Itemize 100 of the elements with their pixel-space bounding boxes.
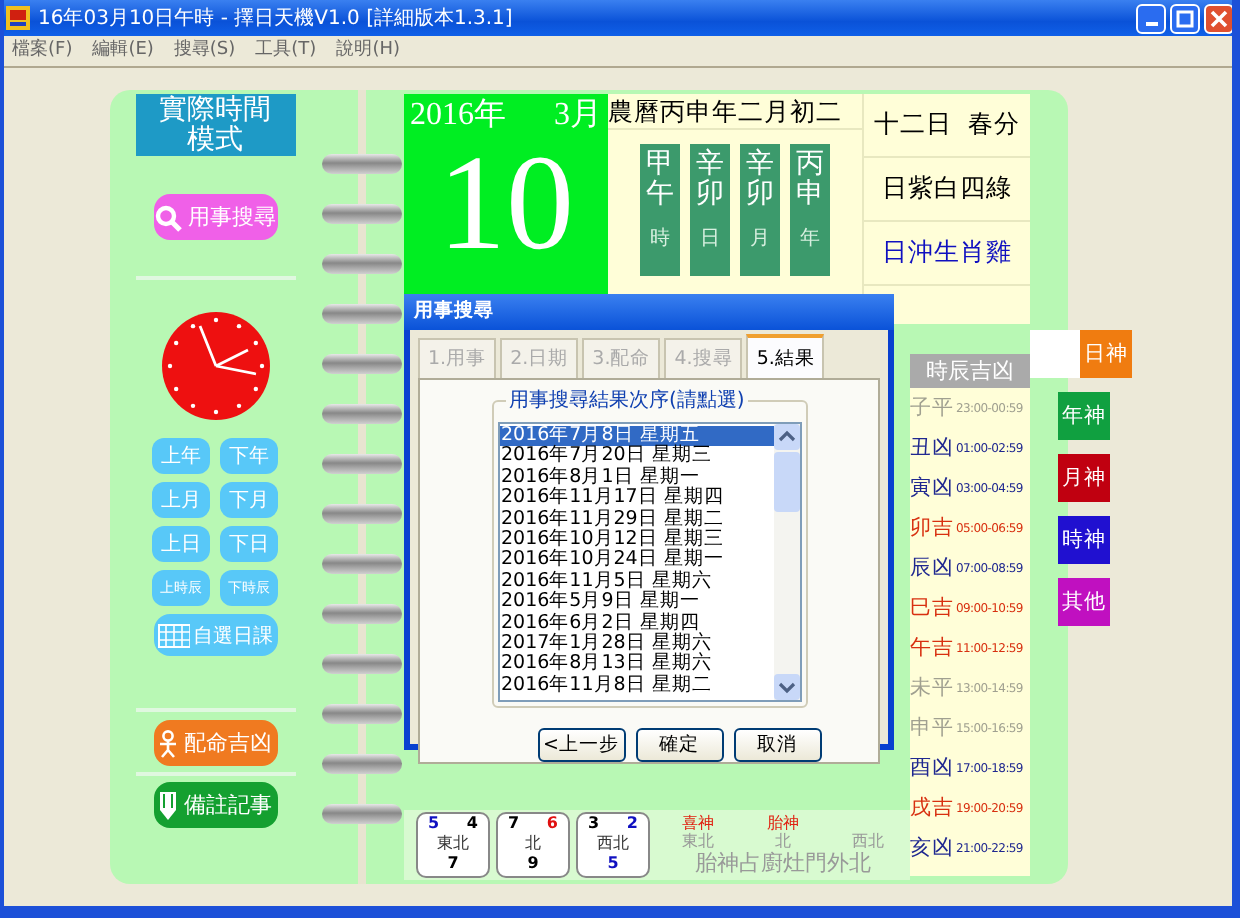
- mode-title: 實際時間模式: [135, 94, 295, 156]
- result-item[interactable]: 2016年10月24日 星期一: [499, 550, 773, 572]
- scroll-down-icon[interactable]: [773, 674, 799, 700]
- hour-name: 酉凶: [910, 754, 954, 782]
- hour-name: 亥凶: [910, 834, 954, 862]
- binder-ring: [322, 154, 402, 174]
- calendar-icon: [157, 623, 189, 647]
- result-item[interactable]: 2016年10月12日 星期三: [499, 530, 773, 551]
- direction-label: 西北: [597, 834, 629, 854]
- notes-button[interactable]: 備註記事: [153, 782, 277, 828]
- binder-ring: [322, 754, 402, 774]
- star-number: 9: [527, 854, 539, 874]
- side-tab[interactable]: 日神: [1080, 330, 1132, 378]
- pencil-icon: [158, 791, 178, 819]
- result-item[interactable]: 2016年6月2日 星期四: [499, 613, 773, 635]
- hour-name: 寅凶: [910, 474, 954, 502]
- direction-label: 北: [774, 832, 791, 850]
- binder-ring: [322, 504, 402, 524]
- stem-branch: 辛卯: [696, 150, 724, 212]
- star-number: 2: [626, 814, 638, 834]
- pillar-label: 月: [750, 225, 770, 252]
- close-button[interactable]: [1204, 3, 1232, 33]
- dialog-title: 用事搜尋: [404, 294, 894, 330]
- dialog-button[interactable]: <上一步: [537, 728, 625, 762]
- menu-item[interactable]: 工具(T): [255, 38, 317, 64]
- year-label: 2016年: [410, 96, 506, 136]
- direction-label: 北: [525, 834, 541, 854]
- scrollbar[interactable]: [773, 424, 799, 700]
- result-item[interactable]: 2016年11月29日 星期二: [499, 509, 773, 531]
- side-tab[interactable]: 其他: [1058, 578, 1110, 626]
- hour-name: 卯吉: [910, 514, 954, 542]
- menu-item[interactable]: 檔案(F): [12, 38, 73, 64]
- hour-name: 辰凶: [910, 554, 954, 582]
- binder-ring: [322, 254, 402, 274]
- direction-label: 東北: [682, 832, 715, 850]
- close-icon: [1210, 9, 1228, 27]
- hour-name: 子平: [910, 394, 954, 422]
- god-label: 胎神: [766, 814, 799, 832]
- binder-ring: [322, 554, 402, 574]
- hour-name: 未平: [910, 674, 954, 702]
- result-item[interactable]: 2016年8月13日 星期六: [499, 654, 773, 676]
- hour-name: 午吉: [910, 634, 954, 662]
- scroll-up-icon[interactable]: [773, 424, 799, 450]
- result-item[interactable]: 2016年11月8日 星期二: [499, 675, 773, 697]
- hour-name: 丑凶: [910, 434, 954, 462]
- direction-label: 東北: [437, 834, 469, 854]
- binder-ring: [322, 804, 402, 824]
- result-item[interactable]: 2016年8月1日 星期一: [499, 467, 773, 489]
- info-text: 十二日 春分: [864, 94, 1030, 158]
- hour-name: 巳吉: [910, 594, 954, 622]
- minimize-button[interactable]: [1136, 3, 1166, 33]
- month-label: 3月: [554, 96, 602, 136]
- dialog-tab[interactable]: 5.結果: [746, 334, 825, 378]
- dialog-button[interactable]: 確定: [635, 728, 723, 762]
- direction-label: 西北: [851, 832, 884, 850]
- result-item[interactable]: 2016年11月5日 星期六: [499, 571, 773, 593]
- match-fate-button[interactable]: 配命吉凶: [153, 720, 277, 766]
- hour-name: 申平: [910, 714, 954, 742]
- star-number: 3: [588, 814, 600, 834]
- binder-ring: [322, 204, 402, 224]
- app-icon: [6, 6, 30, 30]
- side-tab[interactable]: 年神: [1058, 392, 1110, 440]
- stem-branch: 甲午: [646, 150, 674, 212]
- fetus-note: 胎神占廚灶門外北: [695, 850, 871, 876]
- day-number: 10: [438, 136, 574, 268]
- minimize-icon: [1145, 22, 1157, 26]
- star-number: 4: [466, 814, 478, 834]
- maximize-icon: [1176, 9, 1194, 27]
- search-icon: [154, 203, 182, 231]
- stem-branch: 辛卯: [746, 150, 774, 212]
- star-number: 7: [447, 854, 459, 874]
- star-number: 6: [546, 814, 558, 834]
- scrollbar-thumb[interactable]: [773, 452, 799, 512]
- stem-branch: 丙申: [796, 150, 824, 212]
- clock-drawing: [159, 310, 271, 422]
- menu-item[interactable]: 搜尋(S): [173, 38, 236, 64]
- dialog-button[interactable]: 取消: [733, 728, 821, 762]
- binder-ring: [322, 354, 402, 374]
- hours-header: 時辰吉凶: [910, 354, 1030, 388]
- binder-ring: [322, 304, 402, 324]
- pillar-label: 日: [700, 225, 720, 252]
- star-number: 7: [508, 814, 520, 834]
- side-tab[interactable]: 時神: [1058, 516, 1110, 564]
- menu-item[interactable]: 編輯(E): [92, 38, 154, 64]
- result-item[interactable]: 2016年11月17日 星期四: [499, 488, 773, 510]
- binder-ring: [322, 654, 402, 674]
- window-title: 16年03月10日午時 - 擇日天機V1.0 [詳細版本1.3.1]: [38, 5, 513, 32]
- maximize-button[interactable]: [1170, 3, 1200, 33]
- result-item[interactable]: 2017年1月28日 星期六: [499, 634, 773, 655]
- result-item[interactable]: 2016年7月20日 星期三: [499, 446, 773, 468]
- group-title: 用事搜尋結果次序(請點選): [505, 386, 749, 414]
- menu-item[interactable]: 說明(H): [336, 38, 400, 64]
- result-item[interactable]: 2016年5月9日 星期一: [499, 592, 773, 614]
- star-number: 5: [428, 814, 440, 834]
- binder-ring: [322, 454, 402, 474]
- search-button[interactable]: 用事搜尋: [153, 194, 277, 240]
- pillar-label: 年: [800, 225, 820, 252]
- binder-ring: [322, 704, 402, 724]
- hour-name: 戌吉: [910, 794, 954, 822]
- side-tab[interactable]: 月神: [1058, 454, 1110, 502]
